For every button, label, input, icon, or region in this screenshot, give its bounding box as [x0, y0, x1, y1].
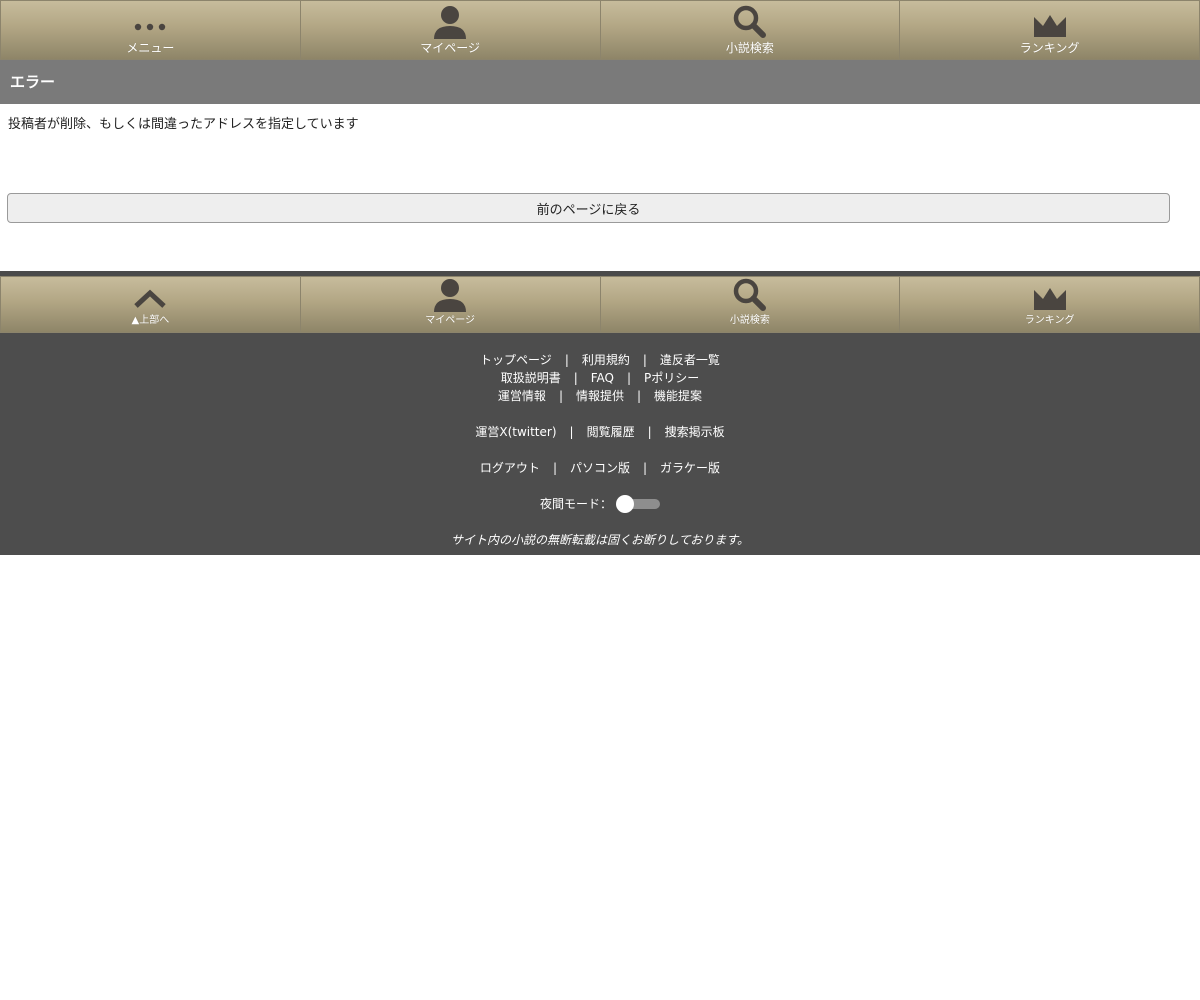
nav-ranking-label: ランキング	[1019, 41, 1080, 55]
nav-search-bottom[interactable]: 小説検索	[600, 276, 901, 333]
crown-icon	[1033, 15, 1066, 37]
footer-separator: |	[637, 389, 642, 403]
footer-link-terms[interactable]: 利用規約	[582, 353, 630, 367]
nav-menu-label: メニュー	[126, 41, 175, 55]
nav-ranking[interactable]: ランキング	[900, 0, 1200, 60]
footer-link-feature-proposal[interactable]: 機能提案	[654, 389, 702, 403]
nav-menu[interactable]: メニュー	[0, 0, 301, 60]
footer-link-info-provide[interactable]: 情報提供	[576, 389, 624, 403]
search-icon	[733, 278, 766, 311]
back-button-wrap: 前のページに戻る	[0, 184, 1200, 233]
footer-links-row-2: 取扱説明書 | FAQ | Pポリシー	[0, 369, 1200, 387]
footer-link-twitter[interactable]: 運営X(twitter)	[475, 425, 556, 439]
footer-link-pc-version[interactable]: パソコン版	[570, 461, 630, 475]
footer-separator: |	[573, 371, 578, 385]
nav-mypage[interactable]: マイページ	[300, 0, 601, 60]
footer-separator: |	[552, 461, 557, 475]
footer-link-manual[interactable]: 取扱説明書	[501, 371, 561, 385]
nav-mypage-bottom-label: マイページ	[425, 315, 476, 326]
crown-icon	[1033, 288, 1066, 310]
footer-link-history[interactable]: 閲覧履歴	[587, 425, 635, 439]
footer-separator: |	[647, 425, 652, 439]
nav-ranking-bottom[interactable]: ランキング	[900, 276, 1200, 333]
footer-link-top-page[interactable]: トップページ	[480, 353, 552, 367]
error-message: 投稿者が削除、もしくは間違ったアドレスを指定しています	[8, 117, 359, 132]
chevron-up-icon	[134, 289, 167, 308]
night-mode-label: 夜間モード：	[539, 497, 612, 511]
footer-separator: |	[627, 371, 632, 385]
footer-separator: |	[564, 353, 569, 367]
footer-separator: |	[569, 425, 574, 439]
footer-links-row-5: ログアウト | パソコン版 | ガラケー版	[0, 459, 1200, 477]
footer-separator: |	[643, 461, 648, 475]
nav-page-top-label: ▲上部へ	[131, 315, 170, 326]
copyright-notice: サイト内の小説の無断転載は固くお断りしております。	[450, 533, 750, 547]
footer-separator: |	[558, 389, 563, 403]
footer-links-row-4: 運営X(twitter) | 閲覧履歴 | 捜索掲示板	[0, 423, 1200, 441]
night-mode-toggle[interactable]	[616, 495, 660, 513]
footer-link-operation-info[interactable]: 運営情報	[498, 389, 546, 403]
footer-link-logout[interactable]: ログアウト	[480, 461, 540, 475]
night-mode-toggle-knob	[616, 495, 634, 513]
user-icon	[434, 279, 467, 312]
error-title: エラー	[0, 60, 1200, 104]
bottom-nav: ▲上部へ マイページ 小説検索 ランキング	[0, 276, 1200, 333]
user-icon	[434, 6, 467, 39]
dots-icon	[135, 23, 166, 31]
footer-link-privacy[interactable]: Pポリシー	[644, 371, 699, 385]
back-button[interactable]: 前のページに戻る	[7, 193, 1170, 223]
footer-separator: |	[642, 353, 647, 367]
footer-links-row-1: トップページ | 利用規約 | 違反者一覧	[0, 351, 1200, 369]
nav-search-bottom-label: 小説検索	[729, 315, 770, 326]
nav-page-top[interactable]: ▲上部へ	[0, 276, 301, 333]
search-icon	[733, 5, 766, 38]
footer-link-search-board[interactable]: 捜索掲示板	[665, 425, 725, 439]
nav-search[interactable]: 小説検索	[600, 0, 901, 60]
nav-search-label: 小説検索	[725, 41, 774, 55]
top-nav: メニュー マイページ 小説検索 ランキング	[0, 0, 1200, 60]
footer-link-feature-phone[interactable]: ガラケー版	[660, 461, 720, 475]
nav-mypage-bottom[interactable]: マイページ	[300, 276, 601, 333]
nav-mypage-label: マイページ	[420, 41, 480, 55]
footer-link-violators[interactable]: 違反者一覧	[660, 353, 720, 367]
nav-ranking-bottom-label: ランキング	[1024, 315, 1075, 326]
footer: トップページ | 利用規約 | 違反者一覧 取扱説明書 | FAQ | Pポリシー 運営情報 | 情…	[0, 333, 1200, 555]
footer-link-faq[interactable]: FAQ	[591, 371, 614, 385]
footer-links-row-3: 運営情報 | 情報提供 | 機能提案	[0, 387, 1200, 405]
night-mode-row: 夜間モード：	[0, 495, 1200, 513]
